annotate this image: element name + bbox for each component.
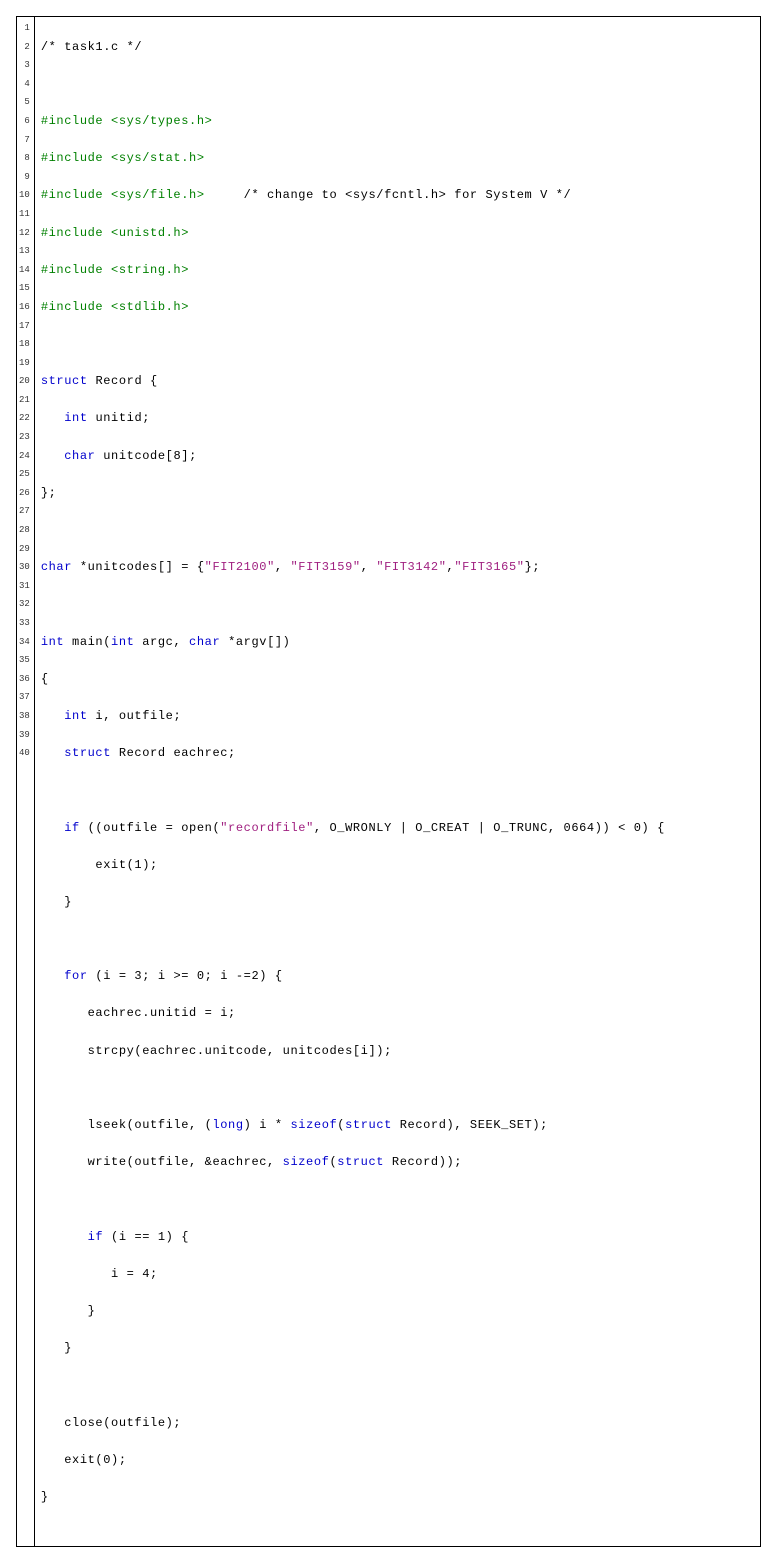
code-line: int i, outfile; xyxy=(41,707,754,726)
line-number: 25 xyxy=(19,465,30,484)
code-line: close(outfile); xyxy=(41,1414,754,1433)
line-number-gutter: 1234567891011121314151617181920212223242… xyxy=(17,17,35,1546)
line-number: 5 xyxy=(19,93,30,112)
code-line: char unitcode[8]; xyxy=(41,447,754,466)
code-line xyxy=(41,75,754,94)
line-number: 20 xyxy=(19,372,30,391)
code-line: i = 4; xyxy=(41,1265,754,1284)
code-line: if ((outfile = open("recordfile", O_WRON… xyxy=(41,819,754,838)
line-number: 29 xyxy=(19,540,30,559)
line-number: 33 xyxy=(19,614,30,633)
code-line: } xyxy=(41,1488,754,1507)
line-number: 18 xyxy=(19,335,30,354)
line-number: 8 xyxy=(19,149,30,168)
code-line: eachrec.unitid = i; xyxy=(41,1004,754,1023)
line-number: 19 xyxy=(19,354,30,373)
code-line: exit(0); xyxy=(41,1451,754,1470)
code-line: lseek(outfile, (long) i * sizeof(struct … xyxy=(41,1116,754,1135)
line-number: 14 xyxy=(19,261,30,280)
code-line: #include <string.h> xyxy=(41,261,754,280)
code-line xyxy=(41,1376,754,1395)
code-line xyxy=(41,930,754,949)
code-line: /* task1.c */ xyxy=(41,38,754,57)
code-line: char *unitcodes[] = {"FIT2100", "FIT3159… xyxy=(41,558,754,577)
code-line: write(outfile, &eachrec, sizeof(struct R… xyxy=(41,1153,754,1172)
line-number: 17 xyxy=(19,317,30,336)
line-number: 13 xyxy=(19,242,30,261)
code-line xyxy=(41,521,754,540)
line-number: 34 xyxy=(19,633,30,652)
line-number: 35 xyxy=(19,651,30,670)
line-number: 6 xyxy=(19,112,30,131)
line-number: 32 xyxy=(19,595,30,614)
code-line xyxy=(41,335,754,354)
line-number: 12 xyxy=(19,224,30,243)
line-number: 7 xyxy=(19,131,30,150)
line-number: 39 xyxy=(19,726,30,745)
line-number: 22 xyxy=(19,409,30,428)
line-number: 21 xyxy=(19,391,30,410)
code-line: #include <sys/types.h> xyxy=(41,112,754,131)
code-line: #include <stdlib.h> xyxy=(41,298,754,317)
code-line: struct Record eachrec; xyxy=(41,744,754,763)
line-number: 24 xyxy=(19,447,30,466)
line-number: 15 xyxy=(19,279,30,298)
code-line: #include <sys/stat.h> xyxy=(41,149,754,168)
line-number: 23 xyxy=(19,428,30,447)
code-line xyxy=(41,1079,754,1098)
line-number: 38 xyxy=(19,707,30,726)
code-line: if (i == 1) { xyxy=(41,1228,754,1247)
line-number: 16 xyxy=(19,298,30,317)
code-line: { xyxy=(41,670,754,689)
line-number: 3 xyxy=(19,56,30,75)
code-line xyxy=(41,781,754,800)
line-number: 10 xyxy=(19,186,30,205)
code-line: exit(1); xyxy=(41,856,754,875)
code-line: } xyxy=(41,1339,754,1358)
code-line: }; xyxy=(41,484,754,503)
code-line: } xyxy=(41,1302,754,1321)
line-number: 40 xyxy=(19,744,30,763)
code-line: int main(int argc, char *argv[]) xyxy=(41,633,754,652)
code-line: } xyxy=(41,893,754,912)
line-number: 27 xyxy=(19,502,30,521)
code-line: #include <unistd.h> xyxy=(41,224,754,243)
line-number: 2 xyxy=(19,38,30,57)
line-number: 37 xyxy=(19,688,30,707)
line-number: 9 xyxy=(19,168,30,187)
line-number: 30 xyxy=(19,558,30,577)
code-line xyxy=(41,595,754,614)
line-number: 31 xyxy=(19,577,30,596)
code-body: /* task1.c */ #include <sys/types.h> #in… xyxy=(35,17,760,1546)
line-number: 1 xyxy=(19,19,30,38)
code-line xyxy=(41,1190,754,1209)
code-line: #include <sys/file.h> /* change to <sys/… xyxy=(41,186,754,205)
code-line: for (i = 3; i >= 0; i -=2) { xyxy=(41,967,754,986)
code-listing: 1234567891011121314151617181920212223242… xyxy=(16,16,761,1547)
code-line: struct Record { xyxy=(41,372,754,391)
line-number: 36 xyxy=(19,670,30,689)
line-number: 11 xyxy=(19,205,30,224)
line-number: 4 xyxy=(19,75,30,94)
code-line: strcpy(eachrec.unitcode, unitcodes[i]); xyxy=(41,1042,754,1061)
code-line: int unitid; xyxy=(41,409,754,428)
line-number: 28 xyxy=(19,521,30,540)
line-number: 26 xyxy=(19,484,30,503)
